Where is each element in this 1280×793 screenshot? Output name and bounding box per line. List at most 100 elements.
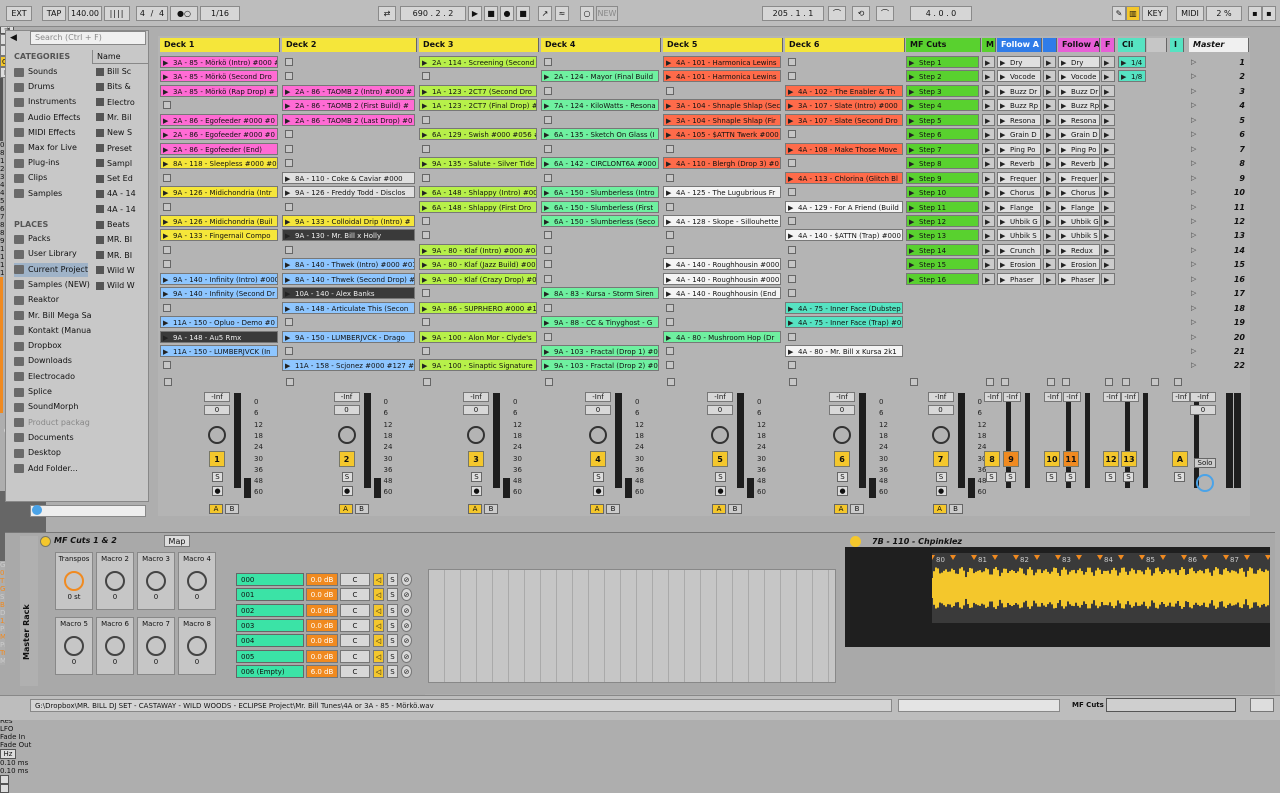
simpler-power-icon[interactable] bbox=[850, 536, 861, 547]
clip-slot[interactable]: Step 12 bbox=[906, 214, 979, 227]
clip-slot[interactable]: 3A - 85 - Mörkö (Intro) #000 # bbox=[160, 56, 278, 68]
clip-slot[interactable] bbox=[1043, 70, 1056, 83]
clip-slot[interactable]: 4A - 80 - Mushroom Hop (Dr bbox=[663, 330, 781, 343]
clip-slot[interactable]: 8A - 110 - Coke & Caviar #000 bbox=[282, 171, 415, 184]
stop-clips-button[interactable] bbox=[1047, 378, 1055, 386]
tap-tempo-button[interactable]: TAP bbox=[42, 6, 66, 21]
track-header[interactable] bbox=[1043, 38, 1057, 52]
fade-in-value[interactable]: 0.10 ms bbox=[0, 759, 1280, 767]
scene-number[interactable]: 4 bbox=[1205, 99, 1245, 113]
clip-slot[interactable]: 4A - 75 - Inner Face (Dubstep bbox=[785, 301, 903, 314]
clip-slot[interactable] bbox=[1101, 56, 1115, 68]
crossfade-b-button[interactable]: B bbox=[850, 504, 864, 514]
clip-slot[interactable] bbox=[1043, 56, 1056, 68]
chain-hotswap[interactable]: ⊘ bbox=[401, 618, 412, 632]
clip-slot[interactable] bbox=[1043, 243, 1056, 256]
solo-button[interactable]: S bbox=[1046, 472, 1057, 482]
category-item[interactable]: Max for Live bbox=[14, 141, 77, 155]
reenable-icon[interactable]: ≈ bbox=[555, 6, 569, 21]
clip-slot[interactable]: 9A - 100 - Sinaptic Signature bbox=[419, 359, 537, 372]
volume-field[interactable]: -Inf bbox=[927, 392, 954, 402]
pan-field[interactable]: 0 bbox=[707, 405, 733, 415]
clip-slot[interactable]: 4A - 102 - The Enabler & Th bbox=[785, 84, 903, 97]
empty-slot-stop[interactable] bbox=[285, 72, 293, 81]
empty-slot-stop[interactable] bbox=[666, 202, 674, 211]
macro-knob[interactable] bbox=[64, 636, 84, 656]
empty-slot-stop[interactable] bbox=[285, 347, 293, 355]
stop-clips-button[interactable] bbox=[910, 378, 918, 386]
place-item[interactable]: Desktop bbox=[14, 446, 61, 460]
clip-slot[interactable]: Step 7 bbox=[906, 142, 979, 155]
solo-button[interactable]: S bbox=[1065, 472, 1076, 482]
chain-name[interactable]: 001 bbox=[236, 588, 304, 602]
empty-slot-stop[interactable] bbox=[666, 173, 674, 182]
solo-button[interactable]: S bbox=[1123, 472, 1134, 482]
clip-slot[interactable]: 2A - 86 - TAOMB 2 (Intro) #000 # bbox=[282, 84, 415, 97]
empty-slot-stop[interactable] bbox=[666, 347, 674, 355]
track-header[interactable] bbox=[1147, 38, 1167, 52]
scene-number[interactable]: 18 bbox=[1205, 302, 1245, 316]
chain-solo[interactable]: S bbox=[387, 588, 398, 602]
chain-volume[interactable]: 0.0 dB bbox=[306, 573, 338, 586]
browser-file-item[interactable]: New S bbox=[96, 126, 146, 140]
key-map-button[interactable]: KEY bbox=[1142, 6, 1168, 21]
empty-slot-stop[interactable] bbox=[788, 274, 796, 283]
track-header[interactable]: Deck 4 bbox=[541, 38, 661, 52]
browser-file-item[interactable]: MR. BI bbox=[96, 249, 146, 263]
clip-slot[interactable] bbox=[1043, 142, 1056, 155]
empty-slot-stop[interactable] bbox=[285, 202, 293, 211]
clip-slot[interactable]: 9A - 148 - Au5 Rmx bbox=[160, 330, 278, 343]
solo-button[interactable]: S bbox=[1005, 472, 1016, 482]
track-activator[interactable]: 6 bbox=[834, 451, 850, 467]
scene-number[interactable]: 7 bbox=[1205, 143, 1245, 157]
clip-slot[interactable] bbox=[982, 128, 995, 141]
clip-slot[interactable]: Resona bbox=[1058, 113, 1100, 126]
clip-slot[interactable] bbox=[1101, 142, 1115, 155]
clip-slot[interactable] bbox=[1101, 272, 1115, 285]
clip-slot[interactable]: Step 16 bbox=[906, 272, 979, 285]
solo-button[interactable]: S bbox=[837, 472, 848, 482]
clip-slot[interactable] bbox=[982, 243, 995, 256]
empty-slot-stop[interactable] bbox=[788, 72, 796, 81]
solo-button[interactable]: S bbox=[715, 472, 726, 482]
stop-clips-button[interactable] bbox=[667, 378, 675, 386]
play-icon[interactable]: ▶ bbox=[468, 6, 482, 21]
clip-slot[interactable]: Crunch bbox=[997, 243, 1041, 256]
empty-slot-stop[interactable] bbox=[544, 86, 552, 95]
crossfade-a-button[interactable]: A bbox=[834, 504, 848, 514]
track-activator[interactable]: 4 bbox=[590, 451, 606, 467]
clip-slot[interactable]: 9A - 80 - Klaf (Intro) #000 #04 bbox=[419, 243, 537, 256]
arm-button[interactable]: ● bbox=[935, 486, 947, 496]
place-item[interactable]: Kontakt (Manua bbox=[14, 324, 91, 338]
empty-slot-stop[interactable] bbox=[422, 231, 430, 240]
volume-field[interactable]: -Inf bbox=[984, 392, 1002, 402]
scene-number[interactable]: 21 bbox=[1205, 345, 1245, 359]
empty-slot-stop[interactable] bbox=[544, 115, 552, 124]
track-activator[interactable]: 13 bbox=[1121, 451, 1137, 467]
browser-file-item[interactable]: Mr. Bil bbox=[96, 111, 146, 125]
place-item[interactable]: Mr. Bill Mega Sa bbox=[14, 309, 92, 323]
preview-icon[interactable] bbox=[32, 505, 42, 515]
empty-slot-stop[interactable] bbox=[422, 289, 430, 298]
clip-slot[interactable]: 3A - 104 - Shnaple Shlap (Sec bbox=[663, 99, 781, 112]
crossfade-b-button[interactable]: B bbox=[948, 504, 963, 514]
clip-slot[interactable]: 6A - 135 - Sketch On Glass (I bbox=[541, 128, 659, 141]
clip-slot[interactable] bbox=[1043, 258, 1056, 271]
scene-number[interactable]: 3 bbox=[1205, 85, 1245, 99]
chain-name[interactable]: 005 bbox=[236, 649, 304, 663]
chain-selector-bar[interactable] bbox=[0, 277, 3, 413]
clip-slot[interactable]: Frequer bbox=[997, 171, 1041, 184]
clip-slot[interactable]: 9A - 80 - Klaf (Crazy Drop) #0 bbox=[419, 272, 537, 285]
pan-field[interactable]: 0 bbox=[829, 405, 855, 415]
place-item[interactable]: Add Folder... bbox=[14, 462, 78, 476]
view-toggle-icon[interactable] bbox=[1250, 698, 1274, 712]
solo-button[interactable]: S bbox=[341, 472, 353, 482]
clip-slot[interactable]: 4A - 128 - Skope - Sillouhette bbox=[663, 214, 781, 227]
clip-slot[interactable]: Flange bbox=[997, 200, 1041, 213]
macro-knob-box[interactable]: Macro 7 0 bbox=[137, 617, 175, 675]
track-header[interactable]: Deck 3 bbox=[419, 38, 539, 52]
macro-knob[interactable] bbox=[187, 636, 207, 656]
clip-slot[interactable]: 4A - 101 - Harmonica Lewins bbox=[663, 70, 781, 83]
chain-pan[interactable]: C bbox=[340, 603, 370, 617]
clip-slot[interactable]: 4A - 105 - $ATTN Twerk #000 bbox=[663, 128, 781, 141]
